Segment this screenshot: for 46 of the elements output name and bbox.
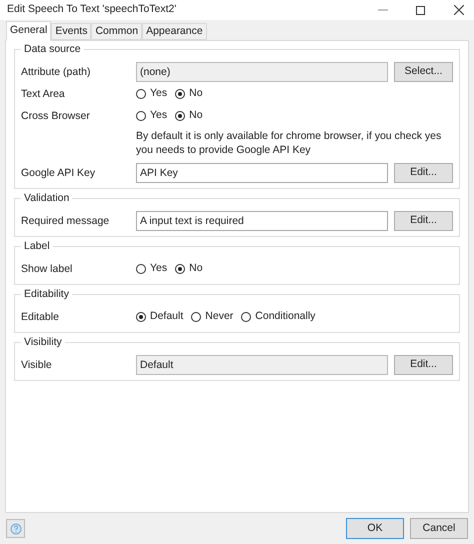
text-field[interactable]: A input text is required — [136, 211, 388, 231]
field-label: Cross Browser — [21, 109, 91, 124]
radio-option[interactable]: Yes — [136, 108, 168, 124]
field-label: Show label — [21, 262, 74, 277]
dialog-button[interactable]: OK — [346, 518, 404, 539]
tab[interactable]: Appearance — [142, 23, 207, 40]
edit-button[interactable]: Edit... — [394, 211, 453, 231]
radio-button[interactable] — [136, 264, 146, 274]
field-label: Attribute (path) — [21, 65, 92, 80]
radio-button[interactable] — [175, 89, 186, 99]
radio-option[interactable]: No — [175, 261, 203, 277]
field-label: Required message — [21, 214, 110, 229]
group-title: Editability — [21, 288, 72, 300]
group-title: Visibility — [21, 336, 65, 348]
group-title: Validation — [21, 192, 72, 204]
radio-option[interactable]: Never — [191, 309, 234, 325]
group-title: Label — [21, 240, 53, 252]
radio-option[interactable]: No — [175, 108, 203, 124]
text-field[interactable]: API Key — [136, 163, 388, 183]
radio-button[interactable] — [175, 111, 186, 121]
radio-button[interactable] — [191, 312, 202, 322]
help-text: By default it is only available for chrome browser, if you check yes you needs to provide Google API Key — [136, 129, 442, 157]
radio-option[interactable]: Yes — [136, 261, 168, 277]
tab[interactable]: Common — [91, 23, 142, 40]
field-label: Text Area — [21, 87, 66, 102]
radio-option[interactable]: Conditionally — [241, 309, 316, 325]
radio-button[interactable] — [136, 312, 146, 322]
edit-button[interactable]: Edit... — [394, 163, 453, 183]
radio-button[interactable] — [241, 312, 252, 322]
field-label: Visible — [21, 358, 53, 373]
dialog-button[interactable]: Cancel — [410, 518, 468, 539]
maximize-icon[interactable] — [416, 5, 426, 15]
group-title: Data source — [21, 43, 84, 55]
radio-button[interactable] — [175, 264, 186, 274]
field-label: Google API Key — [21, 166, 96, 181]
tab[interactable]: General — [6, 21, 52, 41]
help-icon — [10, 522, 22, 534]
radio-button[interactable] — [136, 89, 146, 99]
radio-option[interactable]: No — [175, 86, 203, 102]
radio-option[interactable]: Yes — [136, 86, 168, 102]
field-label: Editable — [21, 310, 60, 325]
close-icon[interactable] — [454, 5, 464, 15]
tab[interactable]: Events — [51, 23, 92, 40]
radio-option[interactable]: Default — [136, 309, 184, 325]
window-title: Edit Speech To Text 'speechToText2' — [7, 2, 176, 18]
radio-button[interactable] — [136, 111, 146, 121]
